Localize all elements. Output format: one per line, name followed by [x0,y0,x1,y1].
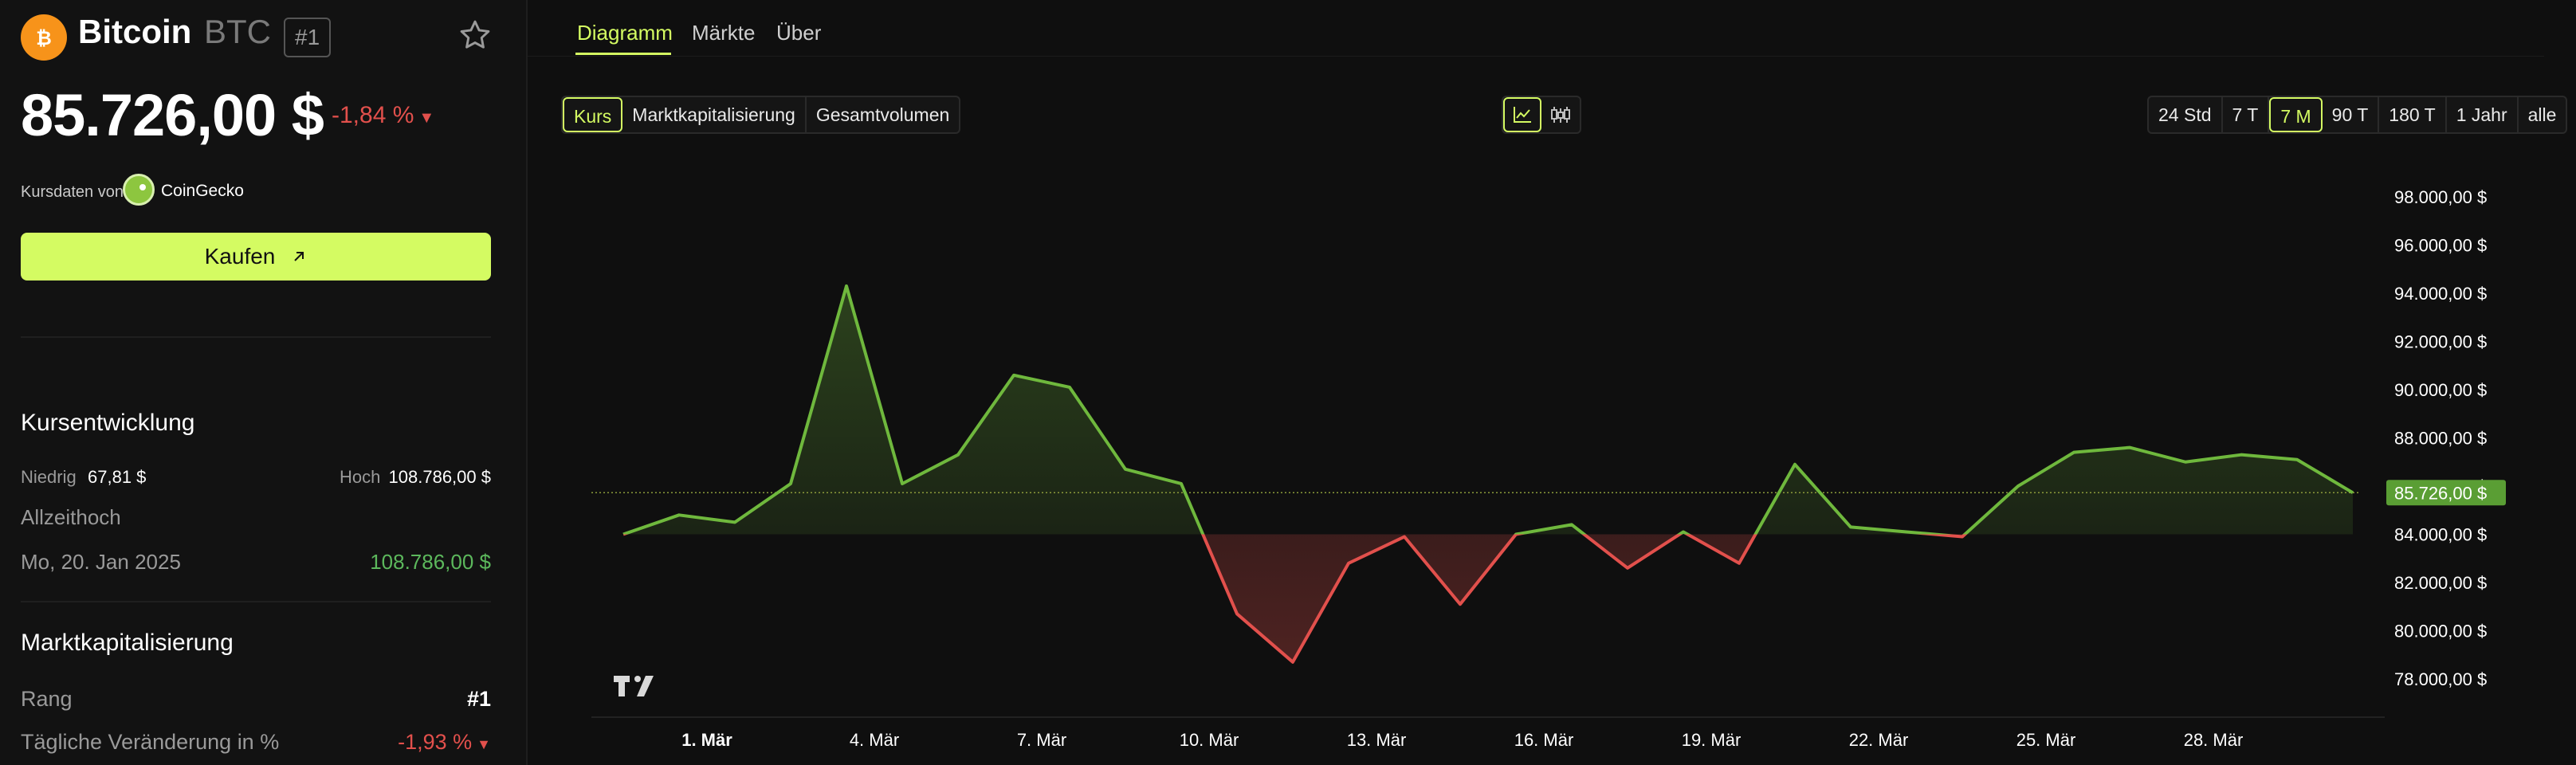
rank-badge: #1 [284,18,332,57]
down-arrow-icon: ▼ [418,109,435,127]
buy-button[interactable]: Kaufen [21,233,491,280]
y-tick-label: 98.000,00 $ [2394,187,2487,207]
ath-label: Allzeithoch [21,505,121,529]
y-tick-label: 78.000,00 $ [2394,669,2487,689]
market-cap-title: Marktkapitalisierung [21,630,234,656]
x-tick-label: 7. Mär [1017,730,1066,750]
high-value: 108.786,00 $ [388,467,491,487]
x-tick-label: 1. Mär [681,730,732,750]
y-tick-label: 80.000,00 $ [2394,622,2487,641]
y-tick-label: 90.000,00 $ [2394,380,2487,400]
source-label: Kursdaten von [21,183,124,201]
tradingview-logo-icon[interactable] [614,674,660,698]
low-label: Niedrig [21,467,77,487]
divider [21,336,491,338]
ath-value: 108.786,00 $ [370,550,491,574]
current-price: 85.726,00 $ [21,82,324,148]
arrow-up-right-icon [294,252,304,261]
y-tick-label: 88.000,00 $ [2394,429,2487,449]
price-chart[interactable]: 78.000,00 $ 80.000,00 $ 82.000,00 $ 84.000,… [528,0,2576,765]
low-value: 67,81 $ [88,467,147,487]
x-tick-label: 10. Mär [1180,730,1239,750]
price-history-title: Kursentwicklung [21,410,195,436]
rank-label: Rang [21,687,73,711]
current-price-label: 85.726,00 $ [2394,483,2487,503]
x-tick-label: 16. Mär [1514,730,1574,750]
star-favorite-icon[interactable] [457,18,493,53]
x-tick-label: 28. Mär [2184,730,2244,750]
divider [21,601,491,602]
coingecko-logo-icon [123,174,155,206]
svg-text:₿: ₿ [36,28,52,49]
source-name[interactable]: CoinGecko [161,182,244,201]
daily-change: -1,93 % ▼ [398,730,491,755]
x-tick-label: 22. Mär [1849,730,1909,750]
coin-ticker: BTC [204,13,271,50]
x-tick-label: 13. Mär [1347,730,1407,750]
daily-change-label: Tägliche Veränderung in % [21,730,280,754]
bitcoin-logo-icon: ₿ [21,14,67,61]
rank-value: #1 [466,687,491,711]
chart-panel: Diagramm Märkte Über Kurs Marktkapitalis… [528,0,2576,765]
daily-change-value: -1,93 % [398,730,473,754]
x-tick-label: 19. Mär [1682,730,1742,750]
area-above-baseline [623,285,2353,535]
y-tick-label: 84.000,00 $ [2394,525,2487,545]
y-tick-label: 92.000,00 $ [2394,332,2487,352]
buy-button-label: Kaufen [204,244,276,269]
y-tick-label: 82.000,00 $ [2394,573,2487,593]
x-tick-label: 4. Mär [850,730,899,750]
y-tick-label: 96.000,00 $ [2394,236,2487,256]
down-arrow-icon: ▼ [477,736,491,752]
x-tick-label: 25. Mär [2016,730,2076,750]
price-change-value: -1,84 % [332,102,414,128]
coin-name: Bitcoin [78,13,192,50]
coin-info-panel: ₿ Bitcoin BTC #1 85.726,00 $ -1,84 % ▼ Ku… [0,0,528,765]
high-label: Hoch [340,467,381,487]
ath-date: Mo, 20. Jan 2025 [21,550,181,574]
y-tick-label: 94.000,00 $ [2394,284,2487,304]
price-change: -1,84 % ▼ [332,102,434,129]
